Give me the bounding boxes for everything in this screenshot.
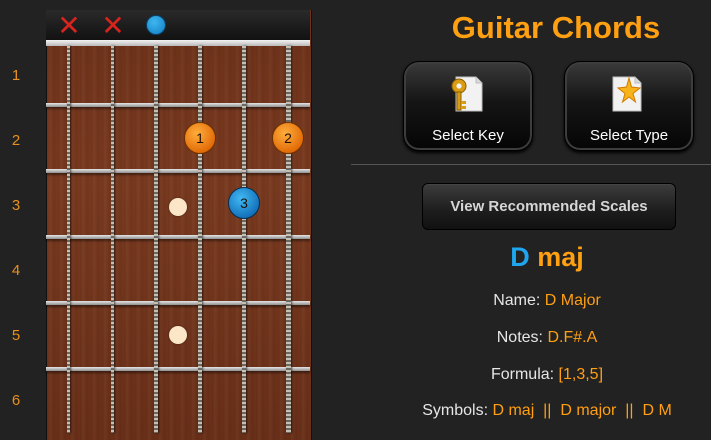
fret-number-2: 2 bbox=[11, 132, 21, 149]
name-value: D Major bbox=[544, 292, 601, 309]
fretboard[interactable] bbox=[46, 10, 312, 440]
fret-number-5: 5 bbox=[11, 327, 21, 344]
open-string-dot-icon[interactable] bbox=[146, 15, 166, 35]
nut bbox=[46, 40, 310, 46]
x-icon[interactable]: ✕ bbox=[57, 12, 81, 40]
name-label: Name: bbox=[493, 292, 541, 309]
symbols-value: D maj || D major || D M bbox=[492, 402, 672, 419]
app-title: Guitar Chords bbox=[451, 10, 661, 45]
select-type-label: Select Type bbox=[589, 127, 669, 144]
chord-symbols-row: Symbols: D maj || D major || D M bbox=[351, 402, 711, 420]
finger-dot[interactable]: 2 bbox=[272, 122, 304, 154]
star-document-icon bbox=[607, 74, 647, 114]
view-recommended-scales-button[interactable]: View Recommended Scales bbox=[422, 183, 676, 230]
key-document-icon bbox=[446, 74, 486, 114]
fret-inlay-5 bbox=[169, 326, 187, 344]
select-key-label: Select Key bbox=[432, 127, 504, 144]
chord-name-row: Name: D Major bbox=[351, 292, 711, 310]
notes-value: D.F#.A bbox=[547, 329, 598, 346]
string-5 bbox=[242, 46, 246, 433]
string-1 bbox=[67, 46, 70, 433]
formula-label: Formula: bbox=[490, 366, 555, 383]
string-3 bbox=[154, 46, 158, 433]
fret-inlay-3 bbox=[169, 198, 187, 216]
chord-notes-row: Notes: D.F#.A bbox=[351, 329, 711, 347]
string-status-bar bbox=[46, 10, 310, 42]
finger-dot[interactable]: 3 bbox=[228, 187, 260, 219]
string-2 bbox=[111, 46, 114, 433]
chord-name: D maj bbox=[447, 242, 647, 273]
x-icon[interactable]: ✕ bbox=[101, 12, 125, 40]
finger-dot[interactable]: 1 bbox=[184, 122, 216, 154]
fret-wire bbox=[46, 301, 310, 305]
chord-root: D bbox=[510, 242, 530, 272]
select-type-button[interactable]: Select Type bbox=[564, 61, 694, 151]
chord-formula-row: Formula: [1,3,5] bbox=[351, 366, 711, 384]
symbols-label: Symbols: bbox=[422, 402, 489, 419]
notes-label: Notes: bbox=[496, 329, 543, 346]
fret-wire bbox=[46, 367, 310, 371]
fret-number-4: 4 bbox=[11, 262, 21, 279]
string-4 bbox=[198, 46, 202, 433]
divider bbox=[351, 164, 711, 165]
fret-wire bbox=[46, 169, 310, 173]
fret-wire bbox=[46, 103, 310, 107]
chord-quality: maj bbox=[537, 242, 584, 272]
select-key-button[interactable]: Select Key bbox=[403, 61, 533, 151]
formula-value: [1,3,5] bbox=[558, 366, 604, 383]
fret-number-6: 6 bbox=[11, 392, 21, 409]
string-6 bbox=[286, 46, 291, 433]
fret-number-3: 3 bbox=[11, 197, 21, 214]
fret-number-1: 1 bbox=[11, 67, 21, 84]
fret-wire bbox=[46, 235, 310, 239]
